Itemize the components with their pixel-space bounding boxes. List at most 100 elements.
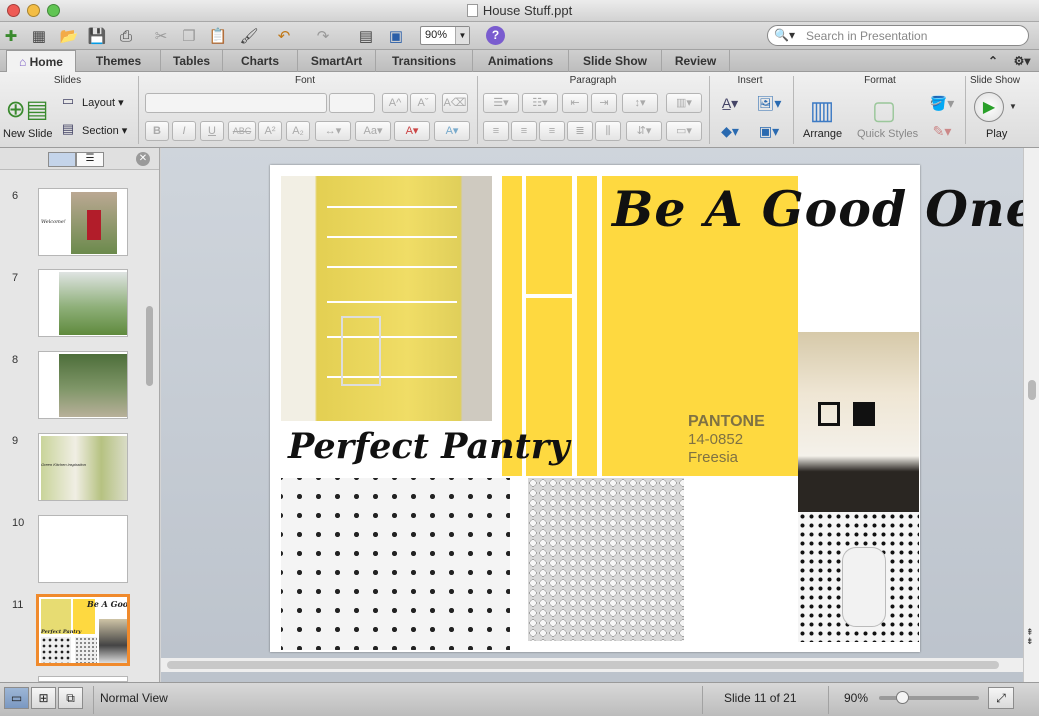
copy-icon[interactable]: ❐ <box>178 25 200 47</box>
media-icon[interactable]: ▣▾ <box>754 120 784 142</box>
superscript-button[interactable]: A² <box>258 121 282 141</box>
bathroom-photo[interactable] <box>798 332 919 642</box>
tab-smartart[interactable]: SmartArt <box>298 50 376 72</box>
justify-icon[interactable]: ≣ <box>567 121 593 141</box>
slide-thumb-10[interactable] <box>38 515 128 583</box>
arrange-button[interactable]: Arrange <box>803 128 842 140</box>
play-button[interactable]: Play <box>986 128 1007 140</box>
subscript-button[interactable]: A₂ <box>286 121 310 141</box>
shapes-icon[interactable]: ◆▾ <box>715 120 745 142</box>
slide-thumb-6[interactable]: Welcome! <box>38 188 128 256</box>
format-painter-icon[interactable]: 🖌 <box>238 25 260 47</box>
save-icon[interactable]: 💾 <box>86 25 108 47</box>
align-center-icon[interactable]: ≡ <box>511 121 537 141</box>
presenter-view-button[interactable]: ⧉ <box>58 687 83 709</box>
align-text-icon[interactable]: ▭▾ <box>666 121 702 141</box>
outline-view-toggle[interactable]: ☰ <box>76 152 104 167</box>
quick-styles-button[interactable]: Quick Styles <box>857 128 918 140</box>
zoom-slider[interactable] <box>879 691 979 704</box>
line-spacing-icon[interactable]: ↕▾ <box>622 93 658 113</box>
zoom-slider-knob[interactable] <box>896 691 909 704</box>
slideshow-icon[interactable]: ▣ <box>385 25 407 47</box>
tab-transitions[interactable]: Transitions <box>376 50 473 72</box>
scroll-thumb[interactable] <box>1028 380 1036 400</box>
paste-icon[interactable]: 📋 <box>207 25 229 47</box>
bullets-icon[interactable]: ☰▾ <box>483 93 519 113</box>
gear-icon[interactable]: ⚙▾ <box>1008 50 1036 72</box>
fit-to-window-button[interactable]: ⤢ <box>988 687 1014 709</box>
fill-icon[interactable]: 🪣▾ <box>927 92 957 114</box>
tab-review[interactable]: Review <box>662 50 730 72</box>
page-navigation-icons[interactable]: ⇞ ⇟ <box>1026 628 1034 646</box>
tab-charts[interactable]: Charts <box>223 50 298 72</box>
tab-tables[interactable]: Tables <box>161 50 223 72</box>
distribute-icon[interactable]: ⫼ <box>595 121 621 141</box>
align-left-icon[interactable]: ≡ <box>483 121 509 141</box>
slide-thumb-11[interactable]: Be A Good One Perfect Pantry <box>36 594 130 666</box>
layout-label: Layout <box>82 97 116 109</box>
scroll-thumb[interactable] <box>146 306 153 386</box>
tab-slide-show[interactable]: Slide Show <box>569 50 662 72</box>
scroll-thumb[interactable] <box>167 661 999 669</box>
pane-scrollbar[interactable] <box>146 176 153 676</box>
font-size-select[interactable] <box>329 93 375 113</box>
slide-sorter-view-button[interactable]: ⊞ <box>31 687 56 709</box>
tab-animations[interactable]: Animations <box>473 50 569 72</box>
gallery-icon[interactable]: ▦ <box>28 25 50 47</box>
strikethrough-button[interactable]: ABC <box>228 121 256 141</box>
text-direction-icon[interactable]: ⇵▾ <box>626 121 662 141</box>
open-icon[interactable]: 📂 <box>58 25 80 47</box>
print-icon[interactable]: ⎙ <box>115 25 137 47</box>
slides-view-toggle[interactable] <box>48 152 76 167</box>
italic-button[interactable]: I <box>172 121 196 141</box>
layout-button[interactable]: Layout ▾ <box>82 96 124 109</box>
tab-themes[interactable]: Themes <box>77 50 161 72</box>
undo-icon[interactable]: ↶ <box>273 25 295 47</box>
text-box-icon[interactable]: A̲▾ <box>715 92 745 114</box>
section-button[interactable]: Section ▾ <box>82 124 127 137</box>
slide-thumb-7[interactable] <box>38 269 128 337</box>
picture-icon[interactable]: 🖼▾ <box>754 92 784 114</box>
columns-icon[interactable]: ▥▾ <box>666 93 702 113</box>
tab-home[interactable]: ⌂ Home <box>6 50 76 73</box>
new-icon[interactable]: ✚ <box>0 25 22 47</box>
redo-icon[interactable]: ↷ <box>312 25 334 47</box>
text-effects-icon[interactable]: A▾ <box>434 121 470 141</box>
increase-indent-icon[interactable]: ⇥ <box>591 93 617 113</box>
help-button[interactable]: ? <box>486 26 505 45</box>
decrease-indent-icon[interactable]: ⇤ <box>562 93 588 113</box>
close-icon[interactable]: ✕ <box>136 152 150 166</box>
slide-thumb-9[interactable]: Green Kitchen inspiration <box>38 433 128 501</box>
character-spacing-icon[interactable]: ↔▾ <box>315 121 351 141</box>
collapse-ribbon-icon[interactable]: ⌃ <box>981 50 1005 72</box>
line-color-icon[interactable]: ✎▾ <box>927 120 957 142</box>
bold-button[interactable]: B <box>145 121 169 141</box>
slide-title[interactable]: Be A Good One <box>612 180 1037 238</box>
slide-thumb-8[interactable] <box>38 351 128 419</box>
slide[interactable]: PANTONE 14-0852 Freesia Be A Good One Pe… <box>270 165 1037 652</box>
new-slide-button[interactable]: New Slide <box>3 128 53 140</box>
shrink-font-icon[interactable]: Aˇ <box>410 93 436 113</box>
vertical-scrollbar[interactable]: ⇞ ⇟ <box>1023 148 1039 682</box>
numbering-icon[interactable]: ☷▾ <box>522 93 558 113</box>
align-right-icon[interactable]: ≡ <box>539 121 565 141</box>
cut-icon[interactable]: ✂ <box>150 25 172 47</box>
pantry-caption[interactable]: Perfect Pantry <box>288 426 570 467</box>
hex-tile-photo[interactable] <box>528 478 684 641</box>
normal-view-button[interactable]: ▭ <box>4 687 29 709</box>
change-case-icon[interactable]: Aa▾ <box>355 121 391 141</box>
pantry-photo[interactable] <box>281 176 492 421</box>
horizontal-scrollbar[interactable] <box>161 658 1023 672</box>
grow-font-icon[interactable]: A^ <box>382 93 408 113</box>
clear-format-icon[interactable]: A⌫ <box>442 93 468 113</box>
group-slides-title: Slides <box>53 75 82 86</box>
octagon-tile-photo[interactable] <box>281 478 510 650</box>
zoom-select[interactable]: 90% ▼ <box>420 26 470 45</box>
chevron-down-icon[interactable]: ▼ <box>1008 100 1018 112</box>
font-color-icon[interactable]: A▾ <box>394 121 430 141</box>
font-name-select[interactable] <box>145 93 327 113</box>
search-input[interactable]: 🔍▾ Search in Presentation <box>767 25 1029 46</box>
slide-sorter-icon[interactable]: ▤ <box>355 25 377 47</box>
new-slide-icon[interactable]: ⊕▤ <box>4 90 50 128</box>
underline-button[interactable]: U <box>200 121 224 141</box>
